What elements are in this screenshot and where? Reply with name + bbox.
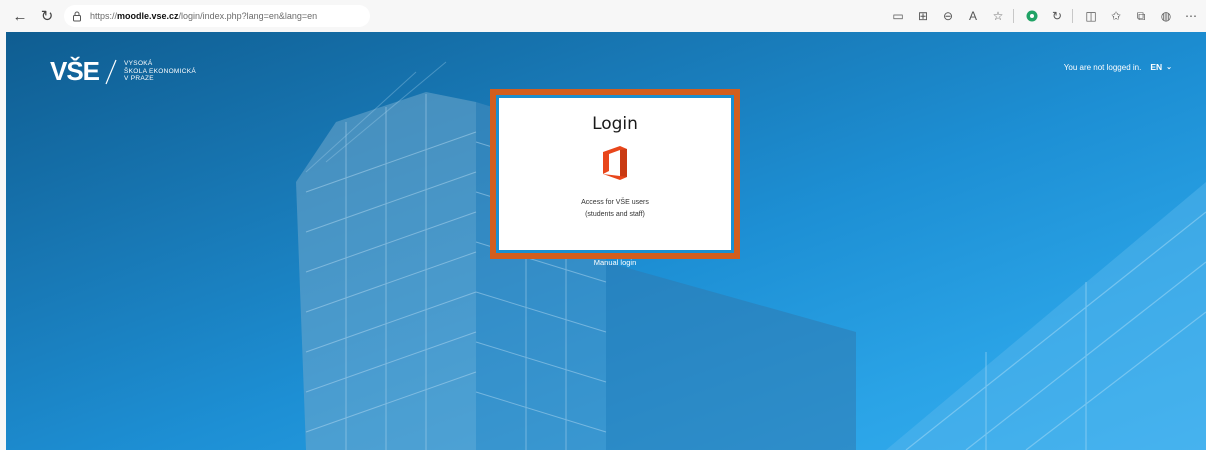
grid-icon[interactable]: ⊞	[912, 6, 934, 26]
back-icon[interactable]: ←	[9, 5, 31, 27]
copilot-icon[interactable]: ◍	[1155, 6, 1177, 26]
refresh-extension-icon[interactable]: ↻	[1046, 6, 1068, 26]
manual-login-link[interactable]: Manual login	[0, 258, 1206, 267]
browser-toolbar: ← ↻ https://moodle.vse.cz/login/index.ph…	[0, 0, 1206, 32]
browser-actions: ▭ ⊞ ⊖ A ☆ ↻ ◫ ✩ ⧉ ◍ ⋯	[884, 6, 1202, 26]
login-description-line-1: Access for VŠE users	[581, 199, 649, 206]
toolbar-divider	[1013, 9, 1014, 23]
screen-reader-icon[interactable]: ▭	[887, 6, 909, 26]
extension-green-icon[interactable]	[1021, 6, 1043, 26]
login-description-line-2: (students and staff)	[585, 211, 645, 218]
collections-icon[interactable]: ⧉	[1130, 6, 1152, 26]
address-bar[interactable]: https://moodle.vse.cz/login/index.php?la…	[64, 5, 370, 27]
reload-icon[interactable]: ↻	[36, 5, 58, 27]
split-screen-icon[interactable]: ◫	[1080, 6, 1102, 26]
logo-slash-icon	[105, 59, 117, 84]
user-menu: You are not logged in. EN ⌄	[1064, 62, 1172, 72]
login-description: Access for VŠE users (students and staff…	[581, 197, 649, 221]
url-text: https://moodle.vse.cz/login/index.php?la…	[90, 11, 318, 21]
login-card: Login Access for VŠE users (students and…	[496, 95, 734, 253]
favorite-star-icon[interactable]: ☆	[987, 6, 1009, 26]
more-icon[interactable]: ⋯	[1180, 6, 1202, 26]
language-selector[interactable]: EN ⌄	[1150, 62, 1172, 72]
chevron-down-icon: ⌄	[1166, 64, 1172, 71]
read-aloud-icon[interactable]: A	[962, 6, 984, 26]
login-status-text: You are not logged in.	[1063, 62, 1142, 72]
favorites-icon[interactable]: ✩	[1105, 6, 1127, 26]
logo-text: VYSOKÁ ŠKOLA EKONOMICKÁ V PRAZE	[124, 60, 196, 83]
logo-line-3: V PRAZE	[124, 75, 154, 83]
logo-mark: VŠE	[50, 56, 100, 86]
toolbar-divider	[1072, 9, 1073, 23]
zoom-icon[interactable]: ⊖	[937, 6, 959, 26]
page-info-icon[interactable]	[72, 11, 82, 22]
office-logo-icon[interactable]	[601, 145, 629, 181]
language-label: EN	[1150, 62, 1163, 72]
login-title: Login	[592, 114, 638, 134]
logo-line-2: ŠKOLA EKONOMICKÁ	[124, 67, 197, 75]
vse-logo[interactable]: VŠE VYSOKÁ ŠKOLA EKONOMICKÁ V PRAZE	[50, 56, 196, 87]
logo-line-1: VYSOKÁ	[124, 60, 153, 68]
